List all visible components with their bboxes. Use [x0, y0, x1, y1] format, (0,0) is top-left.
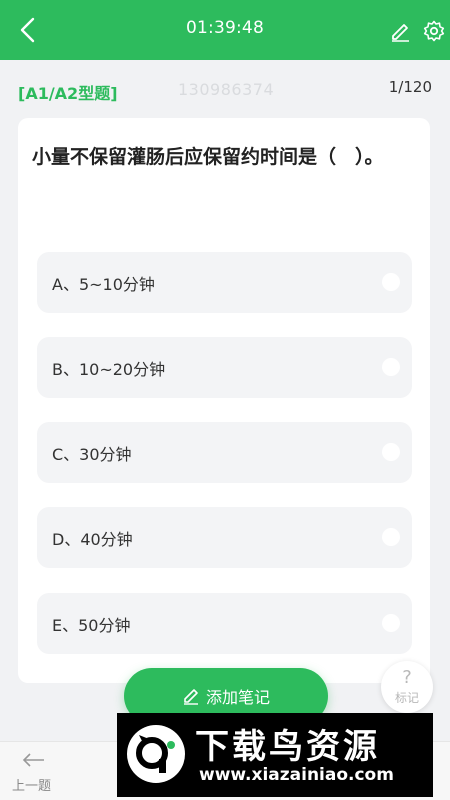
gear-icon[interactable]	[423, 20, 445, 42]
add-note-label: 添加笔记	[205, 688, 270, 707]
bird-logo-icon	[127, 725, 185, 783]
question-text: 小量不保留灌肠后应保留约时间是（ ）。	[32, 146, 384, 168]
pencil-icon	[183, 689, 198, 705]
option-radio[interactable]	[382, 528, 400, 546]
arrow-left-icon[interactable]	[22, 752, 46, 768]
option-a[interactable]: A、5~10分钟	[37, 252, 412, 313]
prev-question-button[interactable]: 上一题	[12, 775, 51, 794]
mark-button[interactable]: ? 标记	[381, 661, 433, 713]
option-label: A、5~10分钟	[52, 274, 155, 294]
exam-timer: 01:39:48	[186, 18, 264, 38]
question-id: 130986374	[178, 80, 275, 99]
watermark-title: 下载鸟资源	[195, 727, 380, 767]
option-radio[interactable]	[382, 443, 400, 461]
option-radio[interactable]	[382, 614, 400, 632]
pencil-icon[interactable]	[389, 20, 411, 42]
option-radio[interactable]	[382, 273, 400, 291]
option-c[interactable]: C、30分钟	[37, 422, 412, 483]
option-label: C、30分钟	[52, 444, 132, 464]
option-b[interactable]: B、10~20分钟	[37, 337, 412, 398]
question-progress: 1/120	[388, 78, 432, 96]
watermark-url: www.xiazainiao.com	[199, 765, 394, 785]
option-label: E、50分钟	[52, 615, 131, 635]
question-type-label: [A1/A2型题]	[18, 84, 118, 103]
mark-label: 标记	[394, 690, 419, 705]
option-e[interactable]: E、50分钟	[37, 593, 412, 654]
watermark-banner: 下载鸟资源 www.xiazainiao.com	[117, 713, 433, 797]
option-d[interactable]: D、40分钟	[37, 507, 412, 568]
option-label: B、10~20分钟	[52, 359, 166, 379]
question-mark-icon: ?	[402, 666, 412, 688]
top-bar: 01:39:48	[0, 0, 450, 60]
option-radio[interactable]	[382, 358, 400, 376]
option-label: D、40分钟	[52, 529, 133, 549]
